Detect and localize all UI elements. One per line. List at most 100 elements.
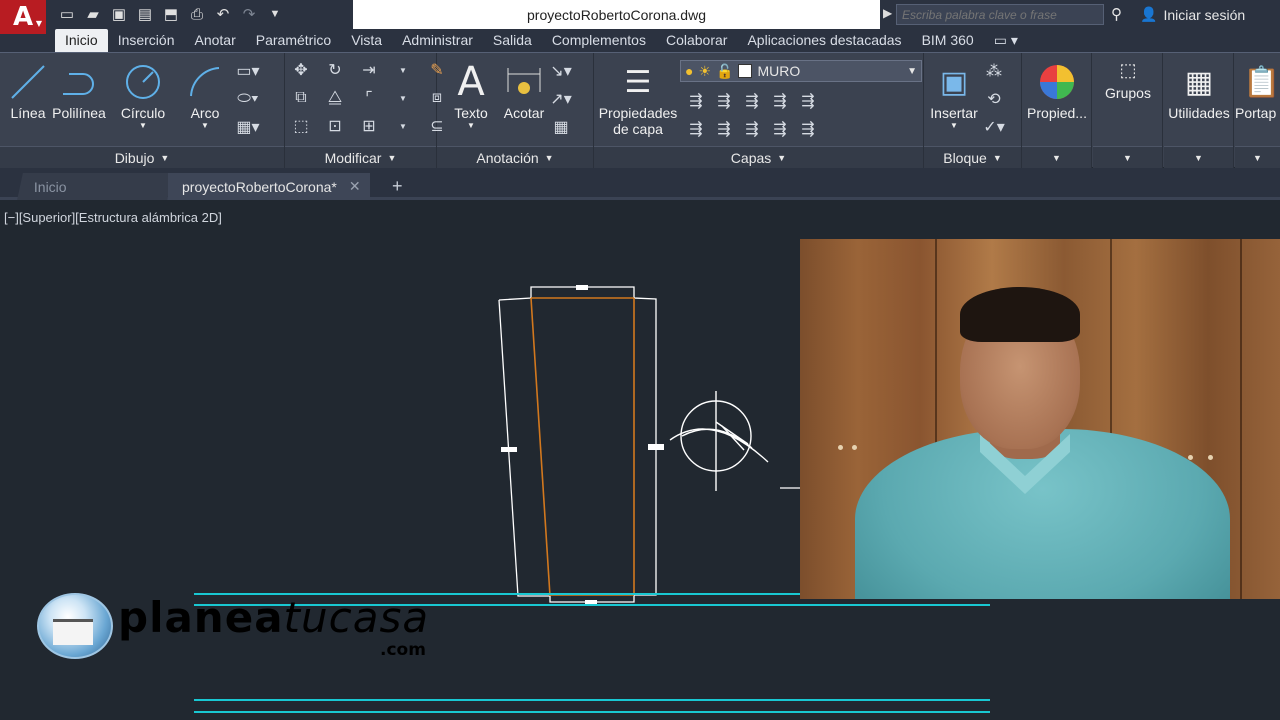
- chevron-down-icon[interactable]: ▼: [391, 88, 415, 108]
- chevron-down-icon[interactable]: ▼: [926, 121, 982, 130]
- layer-tool-icon[interactable]: ⇶: [712, 91, 736, 111]
- chevron-down-icon: ▼: [544, 152, 554, 163]
- table-icon[interactable]: ▦: [549, 117, 573, 137]
- copy-icon[interactable]: ⧉: [289, 88, 313, 108]
- close-icon[interactable]: ✕: [349, 178, 361, 195]
- insert-button[interactable]: ▣ Insertar ▼: [926, 59, 982, 131]
- tab-active-document[interactable]: proyectoRobertoCorona* ✕: [168, 173, 370, 200]
- chevron-down-icon[interactable]: ▼: [118, 121, 168, 130]
- binoculars-icon[interactable]: ⚲: [1111, 5, 1122, 23]
- signin-label: Iniciar sesión: [1163, 6, 1246, 23]
- chevron-down-icon[interactable]: ▼: [391, 60, 415, 80]
- fillet-icon[interactable]: ⌜: [357, 88, 381, 108]
- create-block-icon[interactable]: ⁂: [982, 61, 1006, 81]
- leader-icon[interactable]: ↘▾: [549, 61, 573, 81]
- ribbon-options-icon[interactable]: ▭ ▾: [984, 29, 1028, 52]
- panel-footer-propiedades[interactable]: ▼: [1022, 146, 1091, 168]
- redo-icon[interactable]: ↷: [238, 4, 260, 24]
- search-input[interactable]: [896, 4, 1104, 25]
- tab-aplicaciones[interactable]: Aplicaciones destacadas: [737, 29, 911, 52]
- panel-footer-utilidades[interactable]: ▼: [1164, 146, 1233, 168]
- tab-complementos[interactable]: Complementos: [542, 29, 656, 52]
- layer-tool-icon[interactable]: ⇶: [768, 91, 792, 111]
- lock-icon: 🔓: [716, 62, 734, 79]
- groups-button[interactable]: ⬚ Grupos: [1097, 55, 1159, 102]
- polyline-button[interactable]: Polilínea: [50, 59, 108, 121]
- ellipse-icon[interactable]: ⬭▾: [236, 89, 260, 109]
- panel-title-bloque[interactable]: Bloque ▼: [924, 146, 1021, 168]
- dimension-button[interactable]: Acotar: [501, 59, 547, 121]
- print-icon[interactable]: ⎙: [186, 4, 208, 24]
- panel-title-anotacion[interactable]: Anotación ▼: [437, 146, 593, 168]
- circle-button[interactable]: Círculo ▼: [118, 59, 168, 130]
- tab-bim360[interactable]: BIM 360: [912, 29, 984, 52]
- tab-vista[interactable]: Vista: [341, 29, 392, 52]
- trim-icon[interactable]: ⇥: [357, 60, 381, 80]
- clipboard-button[interactable]: 📋 Portap: [1235, 59, 1280, 122]
- panel-title-label: Modificar: [324, 149, 382, 166]
- layer-tool-icon[interactable]: ⇶: [768, 119, 792, 139]
- layer-dropdown[interactable]: ● ☀ 🔓 MURO ▼: [680, 60, 922, 82]
- layer-tool-icon[interactable]: ⇶: [740, 119, 764, 139]
- hatch-icon[interactable]: ▦▾: [236, 117, 260, 137]
- chevron-down-icon[interactable]: ▼: [185, 121, 225, 130]
- panel-footer-grupos[interactable]: ▼: [1093, 146, 1162, 168]
- properties-button[interactable]: Propied...: [1026, 59, 1088, 121]
- application-menu-button[interactable]: A ▼: [0, 0, 46, 34]
- cloud-icon[interactable]: ⬒: [160, 4, 182, 24]
- brand-part-2: tu: [283, 593, 329, 642]
- sun-icon: ☀: [698, 62, 712, 79]
- scale-icon[interactable]: ⊡: [323, 116, 347, 136]
- panel-title-capas[interactable]: Capas ▼: [594, 146, 923, 168]
- rotate-icon[interactable]: ↻: [323, 60, 347, 80]
- grip-markers[interactable]: [501, 285, 664, 605]
- save-icon[interactable]: ▣: [108, 4, 130, 24]
- arc-button[interactable]: Arco ▼: [185, 59, 225, 130]
- menu-icon[interactable]: ▼: [264, 4, 286, 24]
- layer-properties-label-1: Propiedades: [598, 105, 678, 121]
- chevron-right-icon[interactable]: ▶: [883, 6, 892, 20]
- tab-salida[interactable]: Salida: [483, 29, 542, 52]
- move-icon[interactable]: ✥: [289, 60, 313, 80]
- panel-dibujo: Línea Polilínea Círculo ▼ Arco ▼ ▭▾ ⬭▾ ▦…: [0, 53, 285, 168]
- panel-title-modificar[interactable]: Modificar ▼: [285, 146, 436, 168]
- tab-inicio[interactable]: Inicio: [55, 29, 108, 52]
- signin-button[interactable]: 👤 Iniciar sesión: [1140, 6, 1245, 23]
- utilities-button[interactable]: ▦ Utilidades: [1166, 59, 1232, 122]
- mirror-icon[interactable]: ⧋: [323, 88, 347, 108]
- tab-parametrico[interactable]: Paramétrico: [246, 29, 341, 52]
- new-icon[interactable]: ▭: [56, 4, 78, 24]
- new-tab-button[interactable]: +: [378, 173, 417, 200]
- line-button[interactable]: Línea: [8, 59, 48, 121]
- rectangle-icon[interactable]: ▭▾: [236, 61, 260, 81]
- attribute-icon[interactable]: ✓▾: [982, 117, 1006, 137]
- tab-anotar[interactable]: Anotar: [185, 29, 246, 52]
- panel-footer-portapapeles[interactable]: ▼: [1235, 146, 1280, 168]
- tab-administrar[interactable]: Administrar: [392, 29, 483, 52]
- block-tools: ⁂ ⟲ ✓▾: [982, 61, 1012, 137]
- tab-colaborar[interactable]: Colaborar: [656, 29, 737, 52]
- chevron-down-icon[interactable]: ▼: [391, 116, 415, 136]
- layer-tool-icon[interactable]: ⇶: [712, 119, 736, 139]
- panel-bloque: ▣ Insertar ▼ ⁂ ⟲ ✓▾ Bloque ▼: [924, 53, 1022, 168]
- layer-tool-icon[interactable]: ⇶: [684, 91, 708, 111]
- edit-block-icon[interactable]: ⟲: [982, 89, 1006, 109]
- save-as-icon[interactable]: ▤: [134, 4, 156, 24]
- layer-tool-icon[interactable]: ⇶: [796, 91, 820, 111]
- properties-label: Propied...: [1027, 105, 1087, 121]
- text-button[interactable]: A Texto ▼: [449, 59, 493, 130]
- layer-tool-icon[interactable]: ⇶: [796, 119, 820, 139]
- undo-icon[interactable]: ↶: [212, 4, 234, 24]
- tab-insercion[interactable]: Inserción: [108, 29, 185, 52]
- array-icon[interactable]: ⊞: [357, 116, 381, 136]
- layer-tool-icon[interactable]: ⇶: [684, 119, 708, 139]
- layer-properties-button[interactable]: ☰ Propiedades de capa: [598, 59, 678, 138]
- panel-title-dibujo[interactable]: Dibujo ▼: [0, 146, 284, 168]
- tab-home-document[interactable]: Inicio: [17, 173, 173, 200]
- stretch-icon[interactable]: ⬚: [289, 116, 313, 136]
- open-icon[interactable]: ▰: [82, 4, 104, 24]
- chevron-down-icon[interactable]: ▼: [449, 121, 493, 130]
- layer-tool-icon[interactable]: ⇶: [740, 91, 764, 111]
- chevron-down-icon: ▼: [1052, 152, 1061, 163]
- multileader-icon[interactable]: ↗▾: [549, 89, 573, 109]
